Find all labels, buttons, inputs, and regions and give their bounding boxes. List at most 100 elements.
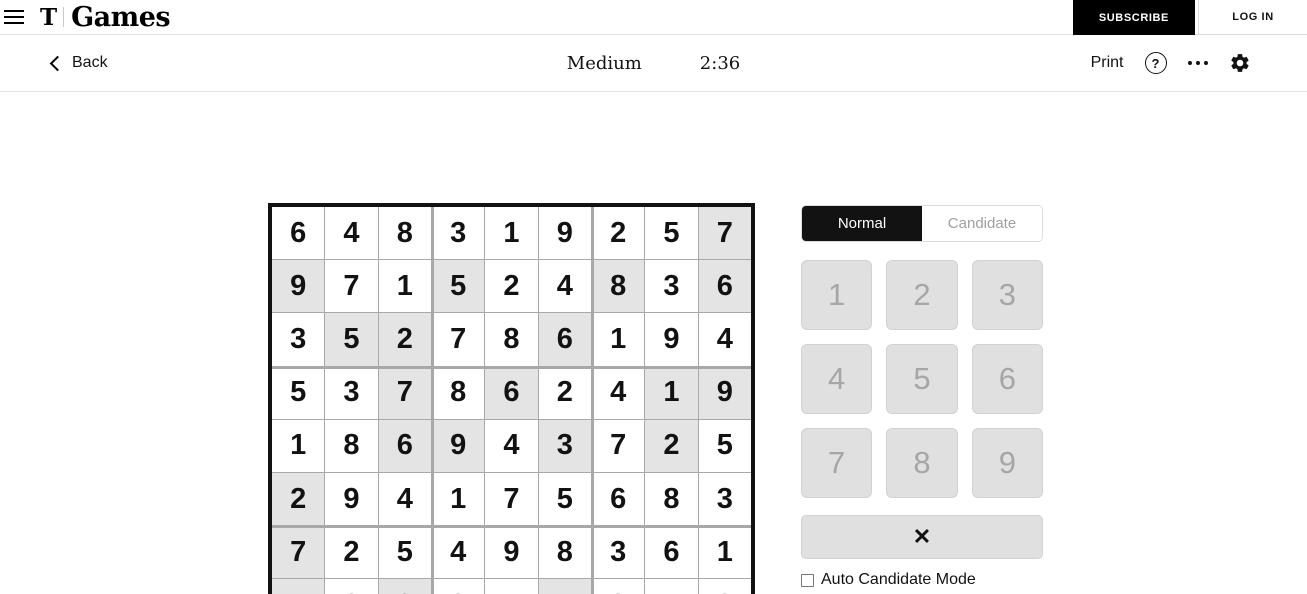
sudoku-cell-r4c9[interactable]: 9 — [698, 366, 751, 419]
sudoku-cell-r2c9[interactable]: 6 — [698, 260, 751, 313]
sudoku-cell-r6c1[interactable]: 2 — [272, 472, 325, 526]
sudoku-cell-r3c9[interactable]: 4 — [698, 313, 751, 366]
sudoku-cell-r7c2[interactable]: 2 — [325, 526, 378, 579]
settings-button[interactable] — [1229, 52, 1251, 74]
number-button-3[interactable]: 3 — [971, 260, 1043, 330]
sudoku-cell-r3c6[interactable]: 6 — [538, 313, 591, 366]
sudoku-cell-r4c3[interactable]: 7 — [378, 366, 431, 419]
print-button[interactable]: Print — [1091, 54, 1124, 72]
auto-candidate-label[interactable]: Auto Candidate Mode — [821, 571, 976, 589]
mode-button-normal[interactable]: Normal — [802, 206, 922, 241]
sudoku-cell-r7c3[interactable]: 5 — [378, 526, 431, 579]
sudoku-cell-r3c2[interactable]: 5 — [325, 313, 378, 366]
sudoku-board[interactable]: 6483192579715248363527861945378624191869… — [268, 203, 755, 594]
sudoku-cell-r4c1[interactable]: 5 — [272, 366, 325, 419]
sudoku-cell-r6c6[interactable]: 5 — [538, 472, 591, 526]
sudoku-cell-r1c7[interactable]: 2 — [591, 207, 645, 260]
hamburger-line — [4, 16, 24, 18]
sudoku-cell-r4c5[interactable]: 6 — [485, 366, 538, 419]
sudoku-cell-r8c2[interactable]: 6 — [325, 579, 378, 594]
sudoku-cell-r3c4[interactable]: 7 — [431, 313, 485, 366]
number-button-4[interactable]: 4 — [801, 344, 873, 414]
sudoku-cell-r8c4[interactable]: 2 — [431, 579, 485, 594]
sudoku-cell-r7c1[interactable]: 7 — [272, 526, 325, 579]
subscribe-button[interactable]: SUBSCRIBE — [1072, 0, 1195, 35]
sudoku-cell-r1c8[interactable]: 5 — [645, 207, 698, 260]
sudoku-cell-r8c6[interactable]: 1 — [538, 579, 591, 594]
sudoku-cell-r5c8[interactable]: 2 — [645, 419, 698, 472]
sudoku-cell-r1c9[interactable]: 7 — [698, 207, 751, 260]
login-button[interactable]: LOG IN — [1198, 0, 1307, 35]
sudoku-cell-r2c1[interactable]: 9 — [272, 260, 325, 313]
sudoku-cell-r2c2[interactable]: 7 — [325, 260, 378, 313]
sudoku-cell-r5c2[interactable]: 8 — [325, 419, 378, 472]
sudoku-cell-r6c2[interactable]: 9 — [325, 472, 378, 526]
sudoku-cell-r8c3[interactable]: 3 — [378, 579, 431, 594]
sudoku-cell-r2c4[interactable]: 5 — [431, 260, 485, 313]
sudoku-cell-r6c7[interactable]: 6 — [591, 472, 645, 526]
sudoku-cell-r1c6[interactable]: 9 — [538, 207, 591, 260]
sudoku-cell-r7c5[interactable]: 9 — [485, 526, 538, 579]
sudoku-cell-r8c8[interactable]: 7 — [645, 579, 698, 594]
sudoku-cell-r3c3[interactable]: 2 — [378, 313, 431, 366]
sudoku-cell-r2c3[interactable]: 1 — [378, 260, 431, 313]
sudoku-cell-r1c4[interactable]: 3 — [431, 207, 485, 260]
sudoku-cell-r5c9[interactable]: 5 — [698, 419, 751, 472]
mode-button-candidate[interactable]: Candidate — [922, 206, 1042, 241]
sudoku-cell-r5c4[interactable]: 9 — [431, 419, 485, 472]
sudoku-cell-r7c4[interactable]: 4 — [431, 526, 485, 579]
sudoku-cell-r8c5[interactable]: 5 — [485, 579, 538, 594]
brand-logo[interactable]: T Games — [40, 4, 171, 31]
question-mark-icon: ? — [1144, 52, 1167, 74]
hamburger-menu-icon[interactable] — [4, 10, 24, 24]
back-button[interactable]: Back — [49, 54, 108, 72]
sudoku-cell-r5c3[interactable]: 6 — [378, 419, 431, 472]
sudoku-cell-r7c8[interactable]: 6 — [645, 526, 698, 579]
number-button-9[interactable]: 9 — [971, 428, 1043, 498]
sudoku-cell-r6c4[interactable]: 1 — [431, 472, 485, 526]
sudoku-cell-r6c5[interactable]: 7 — [485, 472, 538, 526]
erase-button[interactable]: ✕ — [801, 515, 1043, 559]
sudoku-cell-r5c6[interactable]: 3 — [538, 419, 591, 472]
sudoku-cell-r8c9[interactable]: 8 — [698, 579, 751, 594]
sudoku-cell-r4c2[interactable]: 3 — [325, 366, 378, 419]
number-button-1[interactable]: 1 — [801, 260, 873, 330]
sudoku-cell-r1c3[interactable]: 8 — [378, 207, 431, 260]
sudoku-cell-r5c1[interactable]: 1 — [272, 419, 325, 472]
sudoku-cell-r1c2[interactable]: 4 — [325, 207, 378, 260]
number-button-8[interactable]: 8 — [886, 428, 958, 498]
number-button-6[interactable]: 6 — [971, 344, 1043, 414]
sudoku-cell-r7c9[interactable]: 1 — [698, 526, 751, 579]
sudoku-cell-r7c6[interactable]: 8 — [538, 526, 591, 579]
sudoku-cell-r5c5[interactable]: 4 — [485, 419, 538, 472]
sudoku-cell-r2c7[interactable]: 8 — [591, 260, 645, 313]
more-options-button[interactable] — [1187, 60, 1208, 66]
sudoku-cell-r6c8[interactable]: 8 — [645, 472, 698, 526]
sudoku-cell-r1c1[interactable]: 6 — [272, 207, 325, 260]
sudoku-cell-r5c7[interactable]: 7 — [591, 419, 645, 472]
sudoku-cell-r3c8[interactable]: 9 — [645, 313, 698, 366]
sudoku-cell-r8c7[interactable]: 9 — [591, 579, 645, 594]
sudoku-cell-r6c9[interactable]: 3 — [698, 472, 751, 526]
mode-toggle: Normal Candidate — [801, 205, 1043, 242]
number-button-5[interactable]: 5 — [886, 344, 958, 414]
sudoku-cell-r2c6[interactable]: 4 — [538, 260, 591, 313]
sudoku-cell-r4c8[interactable]: 1 — [645, 366, 698, 419]
timer-display[interactable]: 2:36 — [700, 53, 740, 74]
number-button-7[interactable]: 7 — [801, 428, 873, 498]
sudoku-cell-r2c5[interactable]: 2 — [485, 260, 538, 313]
sudoku-cell-r3c1[interactable]: 3 — [272, 313, 325, 366]
sudoku-cell-r1c5[interactable]: 1 — [485, 207, 538, 260]
number-button-2[interactable]: 2 — [886, 260, 958, 330]
sudoku-cell-r7c7[interactable]: 3 — [591, 526, 645, 579]
sudoku-cell-r3c7[interactable]: 1 — [591, 313, 645, 366]
sudoku-cell-r4c4[interactable]: 8 — [431, 366, 485, 419]
sudoku-cell-r2c8[interactable]: 3 — [645, 260, 698, 313]
sudoku-cell-r3c5[interactable]: 8 — [485, 313, 538, 366]
sudoku-cell-r8c1[interactable]: 4 — [272, 579, 325, 594]
help-button[interactable]: ? — [1144, 52, 1167, 74]
sudoku-cell-r4c7[interactable]: 4 — [591, 366, 645, 419]
sudoku-cell-r4c6[interactable]: 2 — [538, 366, 591, 419]
auto-candidate-checkbox[interactable] — [801, 573, 814, 587]
sudoku-cell-r6c3[interactable]: 4 — [378, 472, 431, 526]
